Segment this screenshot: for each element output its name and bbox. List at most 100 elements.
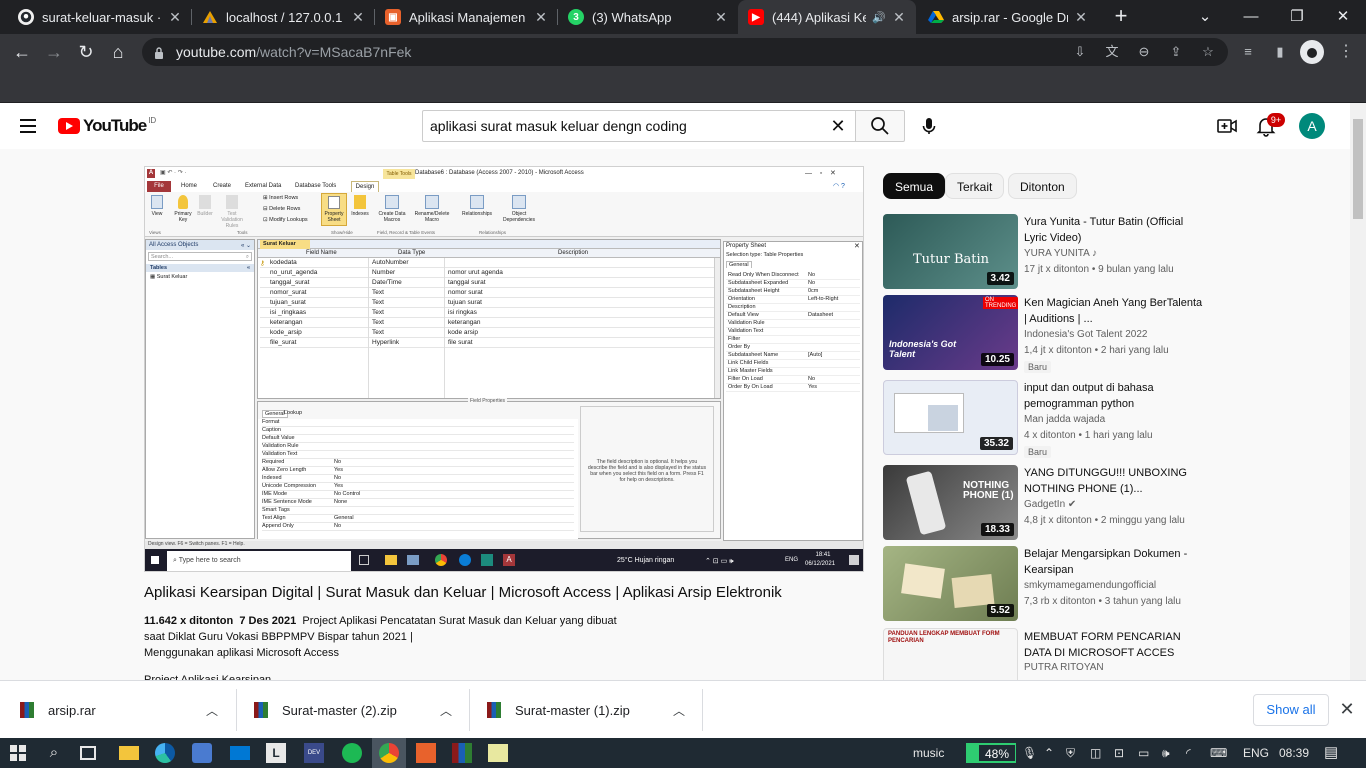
clock[interactable]: 08:39: [1279, 738, 1309, 768]
chevron-up-icon[interactable]: ︿: [440, 702, 452, 719]
table-field-row[interactable]: isi _ringkaas Text isi ringkas: [260, 308, 716, 318]
music-label[interactable]: music: [913, 738, 944, 768]
ribbon-modify-lookups-button[interactable]: ⊡ Modify Lookups: [263, 217, 308, 223]
scrollbar-thumb[interactable]: [1353, 119, 1363, 219]
minimize-button[interactable]: —: [1228, 0, 1274, 34]
browser-tab[interactable]: ▣ Aplikasi Manajemen S ✕: [375, 0, 558, 34]
recommended-channel[interactable]: PUTRA RITOYAN: [1024, 662, 1104, 673]
zoom-icon[interactable]: ⊖: [1132, 38, 1156, 66]
language-indicator[interactable]: ENG: [1243, 738, 1269, 768]
ribbon-create-data-macros-button[interactable]: Create Data Macros: [375, 195, 409, 223]
ribbon-rename-delete-macro-button[interactable]: Rename/Delete Macro: [411, 195, 453, 223]
nav-search-input[interactable]: Search... ⌕: [148, 252, 252, 261]
nav-item-surat-keluar[interactable]: ▦ Surat Keluar: [150, 274, 187, 280]
field-property-row[interactable]: IME Mode No Control: [262, 491, 574, 499]
field-property-row[interactable]: Smart Tags: [262, 507, 574, 515]
app-l-icon[interactable]: L: [266, 743, 286, 763]
store-icon[interactable]: [192, 743, 212, 763]
ribbon-builder-button[interactable]: Builder: [195, 195, 215, 217]
notepad-icon[interactable]: [488, 744, 508, 762]
close-tab-icon[interactable]: ✕: [892, 9, 906, 26]
file-explorer-icon[interactable]: [119, 746, 139, 760]
notification-center-icon[interactable]: ▤: [1324, 738, 1338, 768]
ribbon-test-validation-button[interactable]: Test Validation Rules: [217, 195, 247, 229]
windows-start-icon[interactable]: [8, 743, 28, 763]
search-button[interactable]: [855, 110, 905, 142]
recommended-channel[interactable]: Indonesia's Got Talent 2022: [1024, 329, 1147, 340]
new-tab-button[interactable]: +: [1108, 4, 1134, 30]
recommended-channel[interactable]: Man jadda wajada: [1024, 414, 1105, 425]
video-thumbnail[interactable]: ON TRENDING Indonesia's Got Talent 10.25: [883, 295, 1018, 370]
property-sheet-row[interactable]: Validation Text: [726, 328, 860, 336]
video-description[interactable]: 11.642 x ditonton 7 Des 2021 Project Apl…: [144, 613, 617, 661]
chip-terkait[interactable]: Terkait: [945, 173, 1005, 199]
reload-button[interactable]: ↻: [72, 38, 100, 66]
ribbon-delete-rows-button[interactable]: ⊟ Delete Rows: [263, 206, 300, 212]
field-property-row[interactable]: Default Value: [262, 435, 574, 443]
table-field-row[interactable]: tanggal_surat Date/Time tanggal surat: [260, 278, 716, 288]
recommended-video[interactable]: 35.32 input dan output di bahasa pemogra…: [883, 380, 1343, 458]
keyboard-icon[interactable]: ⌨: [1210, 738, 1227, 768]
recommended-channel[interactable]: GadgetIn ✔: [1024, 499, 1076, 510]
back-button[interactable]: ←: [8, 38, 36, 66]
video-thumbnail[interactable]: 35.32: [883, 380, 1018, 455]
access-tab-home[interactable]: Home: [181, 183, 197, 189]
chip-ditonton[interactable]: Ditonton: [1008, 173, 1077, 199]
access-tab-file[interactable]: File: [147, 181, 171, 192]
recommended-video[interactable]: Tutur Batin 3.42 Yura Yunita - Tutur Bat…: [883, 214, 1343, 292]
youtube-logo[interactable]: YouTube ID: [58, 116, 156, 136]
property-sheet-tab-general[interactable]: General: [726, 261, 752, 268]
close-window-button[interactable]: ✕: [1320, 0, 1366, 34]
field-property-row[interactable]: Required No: [262, 459, 574, 467]
app-icon[interactable]: [416, 743, 436, 763]
tray-app-icon[interactable]: ◫: [1090, 738, 1101, 768]
share-icon[interactable]: ⇪: [1164, 38, 1188, 66]
table-field-row[interactable]: kode_arsip Text kode arsip: [260, 328, 716, 338]
field-property-row[interactable]: Append Only No: [262, 523, 574, 531]
close-tab-icon[interactable]: ✕: [351, 9, 365, 26]
property-sheet-row[interactable]: Subdatasheet Name [Auto]: [726, 352, 860, 360]
install-app-icon[interactable]: ⇩: [1068, 38, 1092, 66]
page-scrollbar[interactable]: [1350, 103, 1366, 680]
fp-tab-lookup[interactable]: Lookup: [284, 410, 302, 416]
field-property-row[interactable]: Validation Text: [262, 451, 574, 459]
table-field-row[interactable]: no_urut_agenda Number nomor urut agenda: [260, 268, 716, 278]
close-tab-icon[interactable]: ✕: [168, 9, 182, 26]
account-avatar[interactable]: A: [1299, 113, 1325, 139]
property-sheet-row[interactable]: Subdatasheet Expanded No: [726, 280, 860, 288]
grid-scrollbar[interactable]: [714, 258, 720, 398]
voice-search-button[interactable]: [914, 111, 944, 141]
field-property-row[interactable]: Allow Zero Length Yes: [262, 467, 574, 475]
field-property-row[interactable]: Format: [262, 419, 574, 427]
property-sheet-row[interactable]: Filter On Load No: [726, 376, 860, 384]
forward-button[interactable]: →: [40, 38, 68, 66]
volume-icon[interactable]: 🕪: [1162, 738, 1170, 768]
clear-search-icon[interactable]: ✕: [828, 117, 848, 137]
table-field-row[interactable]: ⚷ kodedata AutoNumber: [260, 258, 716, 268]
hamburger-menu-icon[interactable]: [20, 119, 36, 133]
property-sheet-row[interactable]: Filter: [726, 336, 860, 344]
spotify-icon[interactable]: [342, 743, 362, 763]
access-tab-design[interactable]: Design: [351, 181, 379, 192]
tab-search-chevron-icon[interactable]: ⌄: [1182, 0, 1228, 34]
close-property-sheet-icon[interactable]: ✕: [854, 242, 860, 250]
ribbon-object-dependencies-button[interactable]: Object Dependencies: [497, 195, 541, 223]
microphone-icon[interactable]: 🎙: [1022, 738, 1037, 768]
access-help-icon[interactable]: ◠ ?: [833, 182, 845, 190]
property-sheet-row[interactable]: Link Master Fields: [726, 368, 860, 376]
property-sheet-row[interactable]: Read Only When Disconnect No: [726, 272, 860, 280]
battery-indicator[interactable]: 48%: [966, 743, 1016, 763]
access-tab-create[interactable]: Create: [213, 183, 231, 189]
wifi-icon[interactable]: ◜: [1186, 738, 1191, 768]
close-tab-icon[interactable]: ✕: [534, 9, 548, 26]
chevron-up-icon[interactable]: ⌃: [1044, 738, 1054, 768]
ribbon-view-button[interactable]: View: [149, 195, 165, 217]
chevron-up-icon[interactable]: ︿: [673, 702, 685, 719]
browser-tab[interactable]: 3 (3) WhatsApp ✕: [558, 0, 738, 34]
table-field-row[interactable]: file_surat Hyperlink file surat: [260, 338, 716, 348]
chrome-taskbar-button[interactable]: [372, 738, 406, 768]
property-sheet-row[interactable]: Order By: [726, 344, 860, 352]
translate-icon[interactable]: 文: [1100, 38, 1124, 66]
recommended-video[interactable]: ON TRENDING Indonesia's Got Talent 10.25…: [883, 295, 1343, 373]
close-download-shelf-icon[interactable]: ✕: [1336, 699, 1358, 721]
